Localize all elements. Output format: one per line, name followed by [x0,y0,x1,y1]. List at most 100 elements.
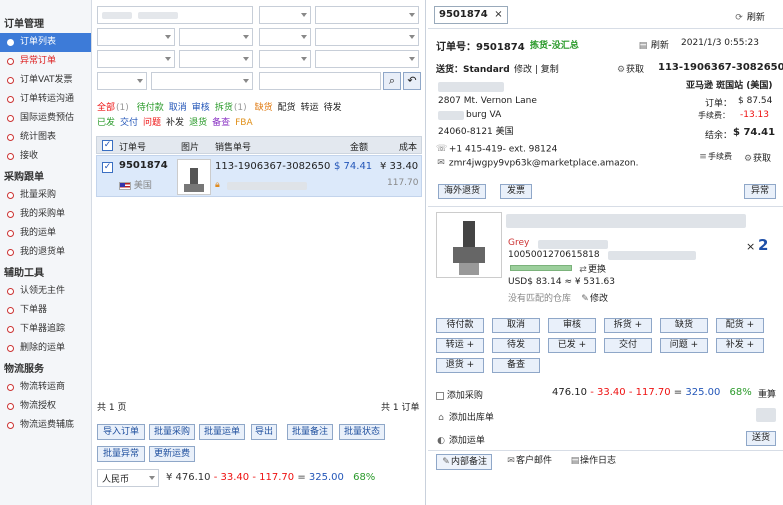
order-refresh-button[interactable]: ▤ 刷新 [638,38,669,52]
overseas-return-button[interactable]: 海外退货 [438,184,486,199]
select-all-checkbox[interactable]: ✓ [102,140,113,151]
add-purchase-checkbox[interactable]: 添加采购 [436,388,483,401]
status-filter[interactable]: 转运 [301,103,320,113]
status-filter[interactable]: FBA [235,118,254,128]
phone-icon: ☏ [436,144,448,154]
status-button[interactable]: 转运 + [436,338,484,353]
search-input[interactable] [259,72,381,90]
bottom-tab[interactable]: ✎内部备注 [436,454,493,470]
sidebar-item[interactable]: 我的运单 [0,224,91,243]
sidebar-item[interactable]: 统计图表 [0,128,91,147]
filter-select-2[interactable] [315,6,419,24]
list-action-button[interactable]: 批量备注 [287,424,333,440]
sidebar-item[interactable]: 物流运费辅底 [0,416,91,435]
filter-select-6[interactable] [315,28,419,46]
status-filter[interactable]: 补发 [166,118,185,128]
status-filter[interactable]: 待付款 [137,103,165,113]
status-filter[interactable]: 交付 [120,118,139,128]
reset-button[interactable]: ↶ [403,72,421,90]
status-button[interactable]: 已发 + [548,338,596,353]
ship-edit-link[interactable]: 修改 | 复制 [514,62,559,75]
sidebar-item[interactable]: 国际运费预估 [0,109,91,128]
status-button[interactable]: 待发 [492,338,540,353]
sidebar-item[interactable]: 下单器 [0,301,91,320]
sidebar-item[interactable]: 物流转运商 [0,378,91,397]
status-button[interactable]: 补发 + [716,338,764,353]
row-order-no[interactable]: 9501874 [119,160,168,171]
close-icon[interactable]: × [494,9,502,20]
status-button[interactable]: 拆货 + [604,318,652,333]
status-button[interactable]: 备查 [492,358,540,373]
status-filter[interactable]: 全部(1) [97,103,133,113]
filter-select-8[interactable] [179,50,253,68]
filter-select-1[interactable] [259,6,311,24]
status-button[interactable]: 取消 [492,318,540,333]
filter-select-10[interactable] [315,50,419,68]
filter-select-5[interactable] [259,28,311,46]
sidebar-item[interactable]: 认领无主件 [0,282,91,301]
status-filter[interactable]: 审核 [192,103,211,113]
list-action-button[interactable]: 导出 [251,424,277,440]
status-button[interactable]: 问题 + [660,338,708,353]
status-button[interactable]: 缺货 [660,318,708,333]
status-filter[interactable]: 缺货 [255,103,274,113]
filter-select-4[interactable] [179,28,253,46]
manual-fee-button[interactable]: ≡手续费 [698,151,732,162]
filter-input-1[interactable] [97,6,253,24]
ship-fetch-button[interactable]: ⚙获取 [616,62,644,76]
sidebar-item[interactable]: 我的退货单 [0,243,91,262]
list-action-button[interactable]: 导入订单 [97,424,145,440]
sidebar-item[interactable]: 下单器追踪 [0,320,91,339]
row-checkbox[interactable]: ✓ [102,162,113,173]
filter-select-9[interactable] [259,50,311,68]
search-button[interactable]: ⌕ [383,72,401,90]
bullet-icon [7,39,14,46]
abnormal-button[interactable]: 异常 [744,184,776,199]
status-filter[interactable]: 备查 [212,118,231,128]
sidebar-item[interactable]: 物流授权 [0,397,91,416]
list-action-button[interactable]: 批量状态 [339,424,385,440]
warehouse-modify-button[interactable]: ✎修改 [580,291,608,305]
fetch-button[interactable]: ⚙获取 [743,151,771,165]
sidebar-item[interactable]: 订单转运沟通 [0,90,91,109]
invoice-button[interactable]: 发票 [500,184,532,199]
add-waybill-button[interactable]: ◐ 添加运单 [436,433,485,447]
bottom-tab[interactable]: ✉客户邮件 [502,454,556,470]
table-row[interactable]: ✓ 9501874 美国 113-1906367-3082650 🔒︎ $ 74… [96,155,422,197]
status-filter[interactable]: 已发 [97,118,116,128]
filter-select-3[interactable] [97,28,175,46]
filter-select-11[interactable] [97,72,147,90]
tab-order-9501874[interactable]: 9501874 × [434,6,508,24]
status-filter[interactable]: 退货 [189,118,208,128]
top-refresh-button[interactable]: ⟳ 刷新 [734,10,765,24]
sidebar-item[interactable]: 批量采购 [0,186,91,205]
status-button[interactable]: 配货 + [716,318,764,333]
product-change-button[interactable]: ⇄更换 [578,262,606,276]
status-filter[interactable]: 取消 [169,103,188,113]
sidebar-item[interactable]: 异常订单 [0,52,91,71]
list-action-button[interactable]: 批量采购 [149,424,195,440]
send-button[interactable]: 送货 [746,431,776,446]
currency-select[interactable]: 人民币 [97,469,159,487]
sidebar-item[interactable]: 我的采购单 [0,205,91,224]
list-action-button[interactable]: 更新运费 [149,446,195,462]
list-action-button[interactable]: 批量运单 [199,424,245,440]
filter-select-12[interactable] [151,72,253,90]
status-button[interactable]: 交付 [604,338,652,353]
recalc-button[interactable]: 重算 [758,387,776,400]
status-filter[interactable]: 待发 [324,103,343,113]
status-button[interactable]: 审核 [548,318,596,333]
filter-select-7[interactable] [97,50,175,68]
status-filter[interactable]: 配货 [278,103,297,113]
sidebar-item[interactable]: 订单列表 [0,33,91,52]
status-button[interactable]: 待付款 [436,318,484,333]
list-action-button[interactable]: 批量异常 [97,446,145,462]
sidebar-item[interactable]: 接收 [0,147,91,166]
status-filter[interactable]: 拆货(1) [215,103,251,113]
sidebar-item[interactable]: 订单VAT发票 [0,71,91,90]
sidebar-item[interactable]: 删除的运单 [0,339,91,358]
add-outbound-button[interactable]: ⌂ 添加出库单 [436,410,494,424]
status-filter[interactable]: 问题 [143,118,162,128]
bottom-tab[interactable]: ▤操作日志 [566,454,620,470]
status-button[interactable]: 退货 + [436,358,484,373]
